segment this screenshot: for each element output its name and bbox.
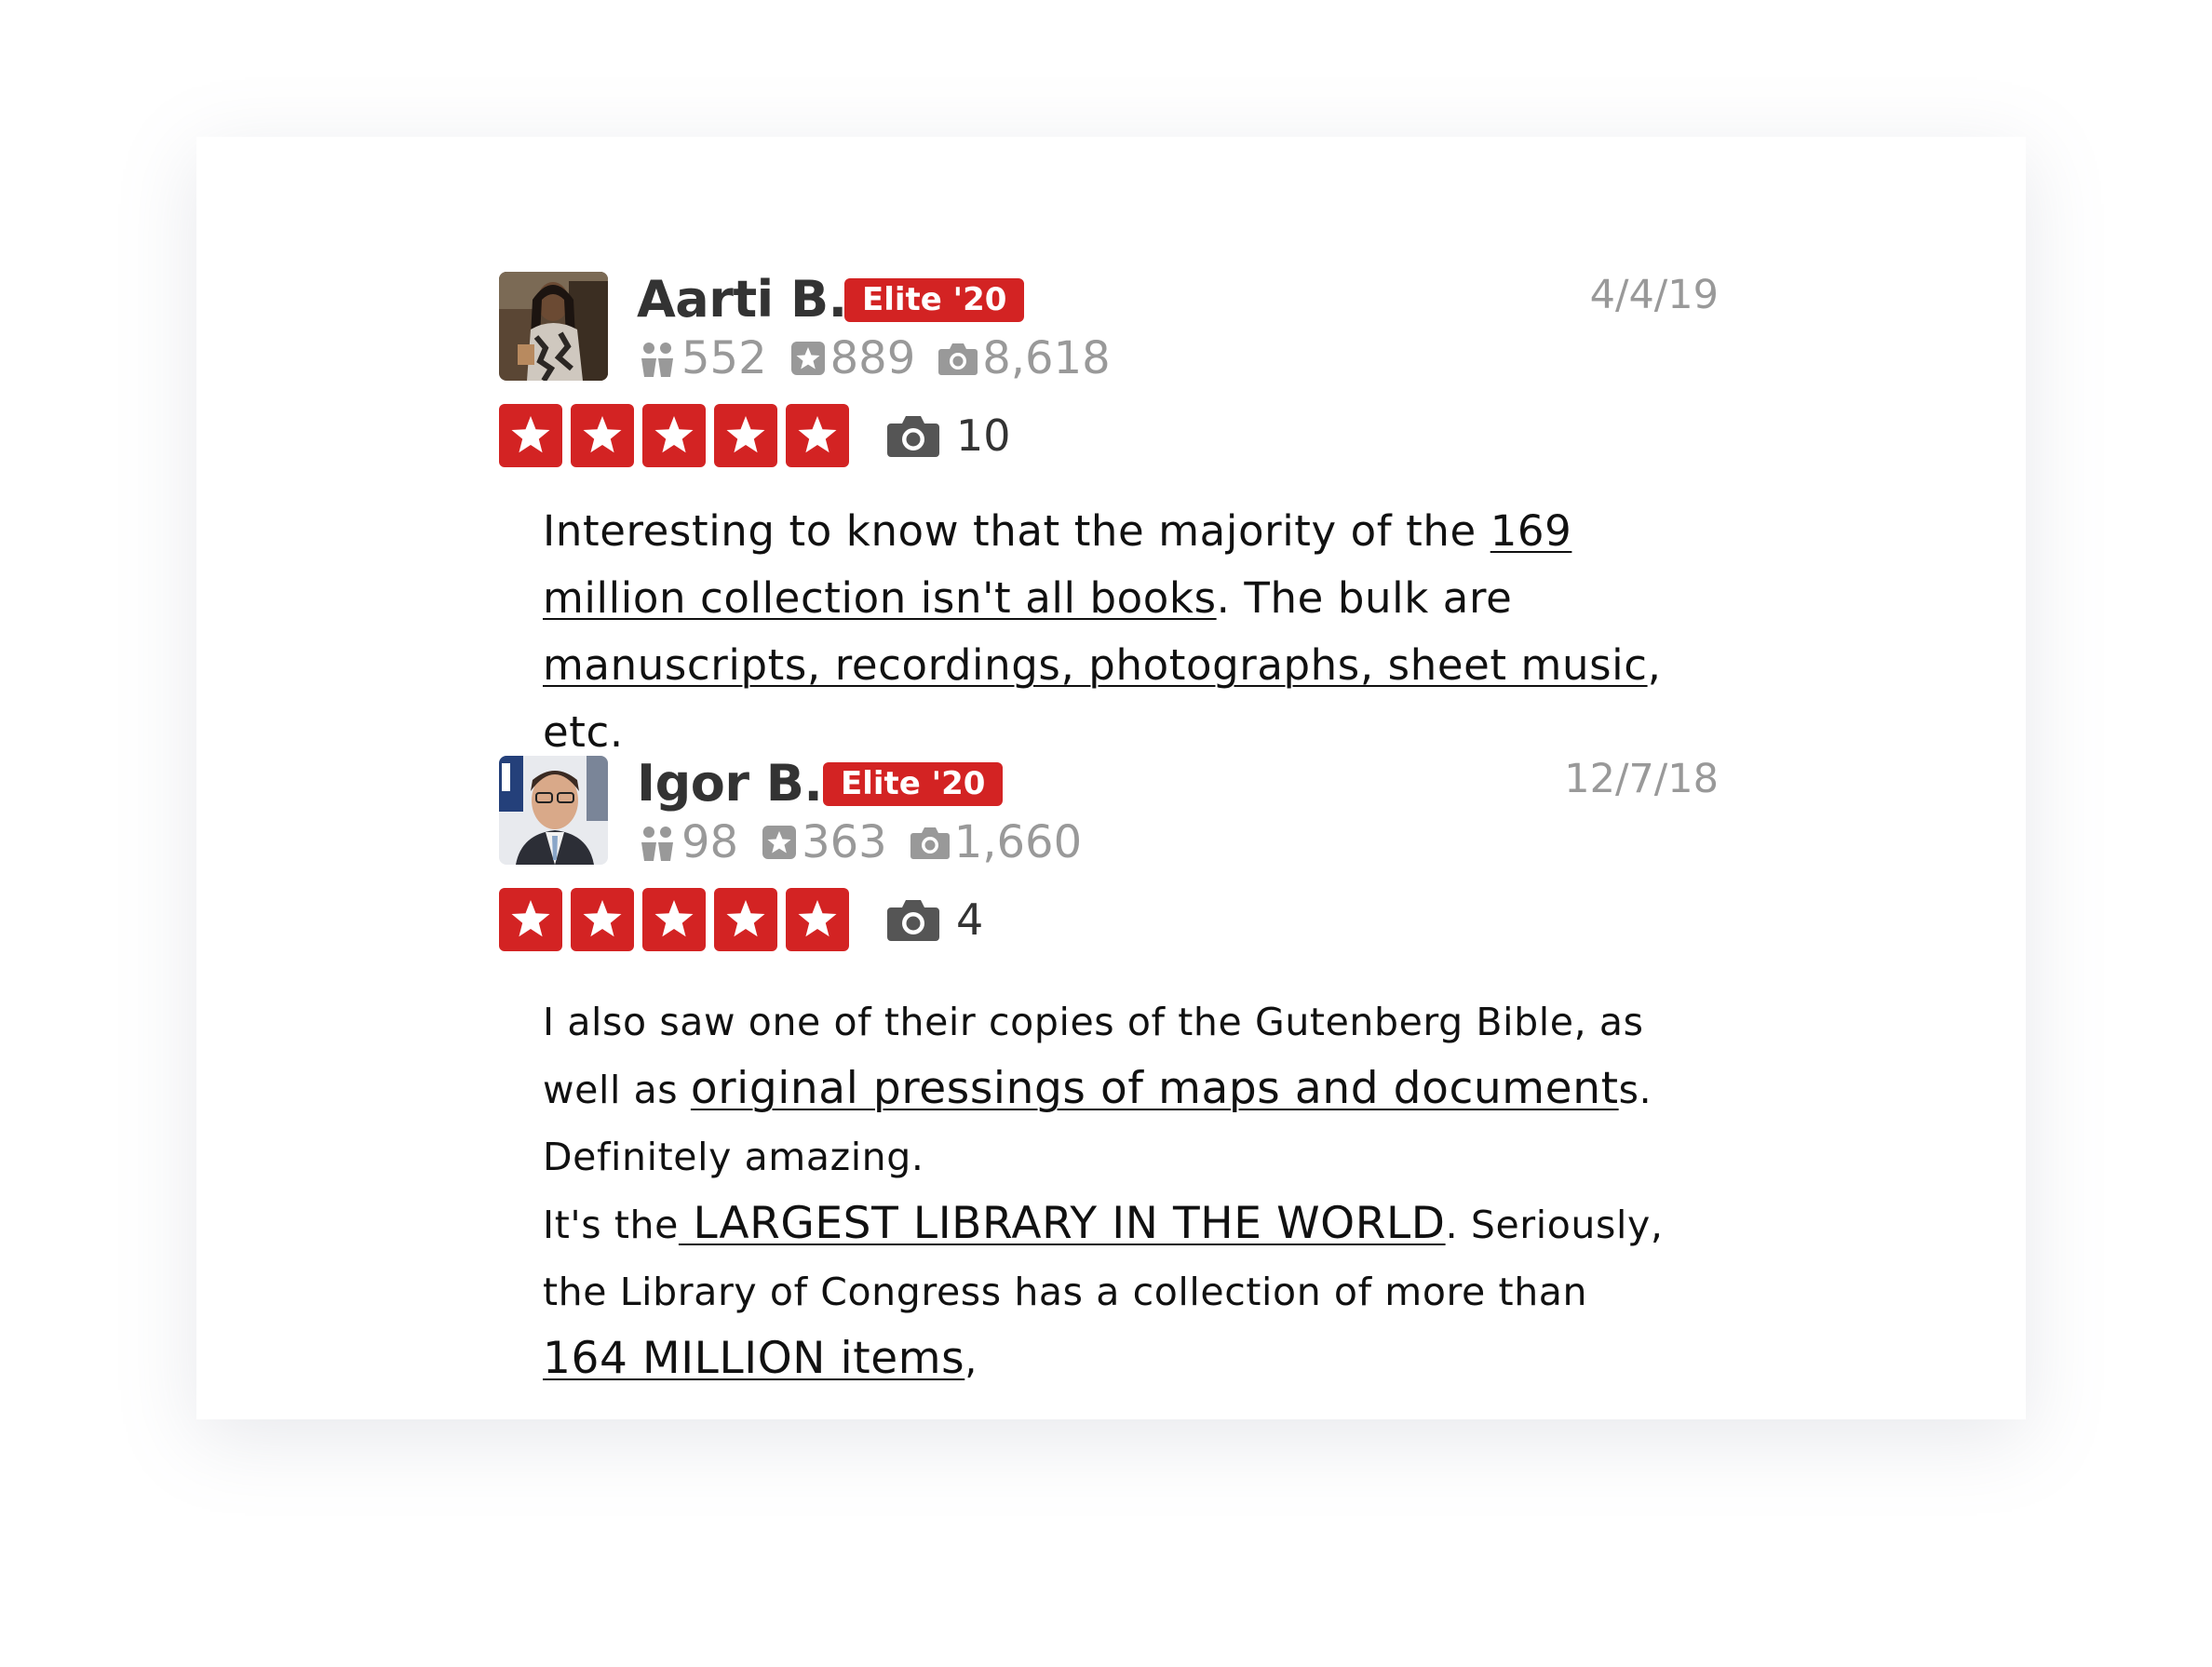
reviews-card: Aarti B. Elite '20 4/4/19 552 889 8,618 …	[196, 137, 2026, 1419]
camera-icon	[938, 343, 978, 375]
review-star-icon	[790, 342, 825, 375]
friends-stat: 98	[637, 816, 738, 868]
friends-icon	[641, 343, 673, 377]
rating-star	[571, 404, 634, 467]
star-icon	[511, 416, 550, 453]
camera-icon	[887, 416, 939, 457]
star-icon	[798, 416, 837, 453]
friends-count: 98	[681, 816, 739, 868]
user-name[interactable]: Igor B.	[637, 754, 823, 813]
review-text-segment: ,	[964, 1338, 978, 1382]
review-text-segment: . The bulk are	[1216, 573, 1513, 623]
star-icon	[583, 416, 622, 453]
star-icon	[583, 900, 622, 937]
user-name[interactable]: Aarti B.	[637, 270, 847, 329]
friends-icon	[641, 827, 673, 861]
rating-star	[786, 404, 849, 467]
rating-star	[714, 404, 777, 467]
user-stats: 552 889 8,618	[637, 329, 1133, 387]
camera-icon	[887, 900, 939, 941]
reviews-count: 889	[830, 332, 916, 384]
star-rating: 10	[499, 404, 1011, 467]
review-link[interactable]: LARGEST LIBRARY IN THE WORLD	[679, 1198, 1446, 1249]
reviews-stat: 889	[789, 332, 916, 384]
photos-stat: 8,618	[937, 332, 1111, 384]
review-link[interactable]: manuscripts, recordings, photographs, sh…	[543, 640, 1648, 690]
rating-star	[642, 888, 706, 951]
review-text-segment: It's the	[543, 1203, 679, 1247]
star-icon	[798, 900, 837, 937]
review-text: Interesting to know that the majority of…	[543, 498, 1679, 766]
avatar[interactable]	[499, 756, 608, 865]
friends-stat: 552	[637, 332, 767, 384]
rating-star	[642, 404, 706, 467]
review-star-icon	[762, 826, 797, 859]
review-date: 12/7/18	[1564, 756, 1719, 802]
star-icon	[726, 900, 765, 937]
rating-star	[499, 404, 562, 467]
review-photos-count: 4	[956, 894, 984, 945]
user-stats: 98 363 1,660	[637, 813, 1104, 871]
review-text: I also saw one of their copies of the Gu…	[543, 988, 1679, 1393]
avatar[interactable]	[499, 272, 608, 381]
reviews-stat: 363	[761, 816, 887, 868]
friends-count: 552	[681, 332, 767, 384]
review-link[interactable]: 164 MILLION items	[543, 1333, 964, 1384]
photos-stat: 1,660	[910, 816, 1082, 868]
review-text-segment: Interesting to know that the majority of…	[543, 506, 1490, 556]
rating-star	[714, 888, 777, 951]
reviews-count: 363	[802, 816, 887, 868]
review-photos-link[interactable]: 10	[885, 410, 1011, 461]
star-icon	[654, 900, 694, 937]
star-icon	[726, 416, 765, 453]
rating-star	[499, 888, 562, 951]
rating-star	[786, 888, 849, 951]
review-photos-count: 10	[956, 410, 1011, 461]
camera-icon	[910, 827, 950, 859]
star-icon	[654, 416, 694, 453]
review-link[interactable]: original pressings of maps and document	[691, 1063, 1619, 1114]
star-icon	[511, 900, 550, 937]
review-date: 4/4/19	[1589, 272, 1719, 318]
rating-star	[571, 888, 634, 951]
elite-badge: Elite '20	[844, 278, 1025, 322]
star-rating: 4	[499, 888, 983, 951]
review-photos-link[interactable]: 4	[885, 894, 983, 945]
photos-count: 8,618	[982, 332, 1111, 384]
photos-count: 1,660	[953, 816, 1083, 868]
elite-badge: Elite '20	[823, 762, 1004, 806]
